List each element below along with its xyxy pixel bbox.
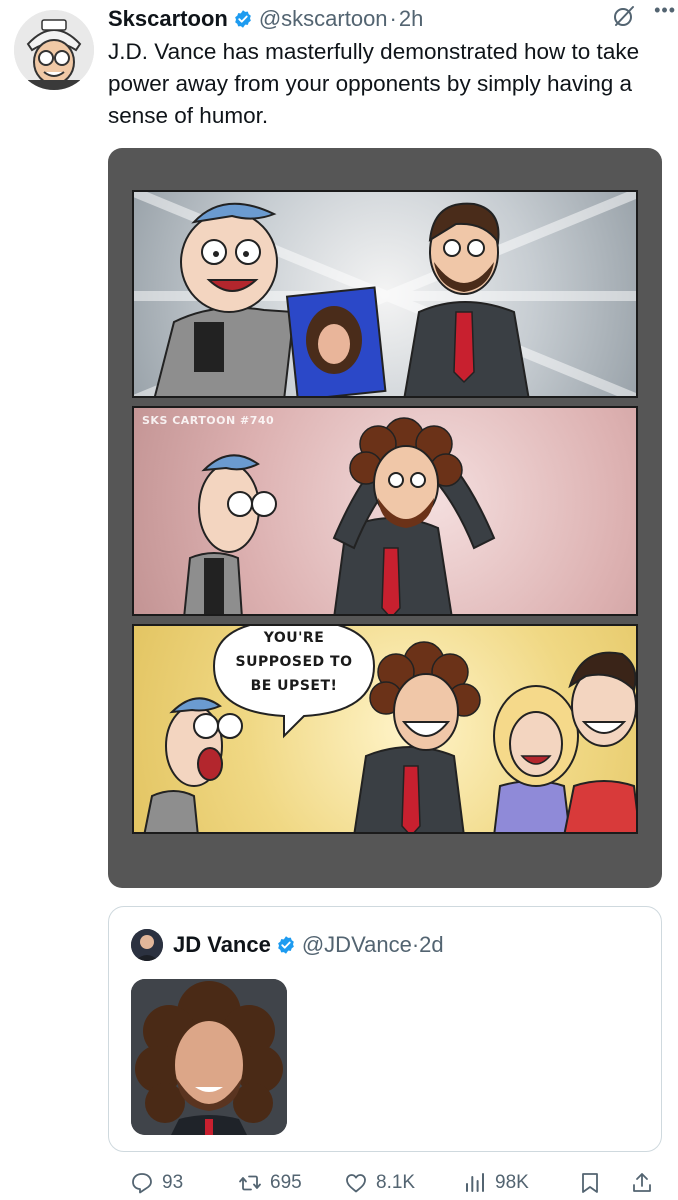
reply-count: 93 — [162, 1172, 184, 1193]
comic-panel-2: SKS CARTOON #740 — [132, 406, 638, 616]
speech-bubble-line-3: BE UPSET! — [251, 678, 338, 694]
tweet-time[interactable]: 2h — [399, 6, 423, 32]
author-name[interactable]: Skscartoon — [108, 6, 228, 32]
share-icon — [633, 1173, 651, 1192]
author-avatar[interactable] — [14, 10, 94, 90]
bookmark-icon — [582, 1173, 598, 1193]
comic-panel-1-art — [134, 192, 636, 396]
views-chart-icon — [466, 1173, 484, 1192]
tweet-text: J.D. Vance has masterfully demonstrated … — [108, 39, 640, 128]
verified-badge-icon — [278, 936, 294, 954]
separator-dot: · — [411, 932, 420, 957]
repost-button[interactable]: 695 — [238, 1166, 302, 1200]
tweet-media-comic[interactable]: SKS CARTOON #740 YOU'RE SUPPOSED TO BE U… — [108, 148, 662, 888]
quoted-tweet-photo[interactable] — [131, 979, 287, 1135]
views-count: 98K — [495, 1172, 529, 1193]
bookmark-button[interactable] — [578, 1166, 602, 1200]
comic-watermark: SKS CARTOON #740 — [142, 414, 275, 427]
comic-panel-3-art: YOU'RE SUPPOSED TO BE UPSET! — [143, 626, 636, 832]
quoted-author-avatar[interactable] — [131, 929, 163, 961]
quoted-photo-art — [131, 979, 287, 1135]
speech-bubble-line-1: YOU'RE — [263, 630, 325, 646]
like-button[interactable]: 8.1K — [344, 1166, 415, 1200]
quoted-tweet-card[interactable]: JD Vance @JDVance · 2d — [108, 906, 662, 1152]
separator-dot: · — [389, 6, 397, 31]
quoted-avatar-icon — [131, 929, 163, 961]
tweet-header: Skscartoon @skscartoon · 2h — [108, 4, 666, 34]
quoted-author-handle[interactable]: @JDVance — [302, 932, 412, 958]
comic-panel-1 — [132, 190, 638, 398]
reply-button[interactable]: 93 — [130, 1166, 183, 1200]
quoted-author-name[interactable]: JD Vance — [173, 932, 271, 958]
quoted-tweet-header: JD Vance @JDVance · 2d — [173, 929, 444, 961]
repost-icon — [239, 1175, 261, 1191]
like-count: 8.1K — [376, 1172, 416, 1193]
grok-icon[interactable] — [612, 4, 636, 28]
comic-panel-2-art — [183, 417, 496, 614]
quoted-tweet-time[interactable]: 2d — [419, 932, 443, 958]
cartoon-avatar-icon — [14, 10, 94, 90]
repost-count: 695 — [270, 1172, 302, 1193]
comic-panel-3: YOU'RE SUPPOSED TO BE UPSET! — [132, 624, 638, 834]
author-handle[interactable]: @skscartoon — [259, 6, 388, 32]
heart-icon — [346, 1174, 366, 1193]
views-button[interactable]: 98K — [463, 1166, 529, 1200]
tweet-action-bar: 93 695 8.1K 98K — [108, 1166, 662, 1200]
more-icon[interactable]: ••• — [654, 0, 676, 21]
share-button[interactable] — [630, 1166, 654, 1200]
reply-icon — [132, 1173, 152, 1194]
verified-badge-icon — [234, 10, 251, 28]
speech-bubble-line-2: SUPPOSED TO — [236, 654, 353, 670]
